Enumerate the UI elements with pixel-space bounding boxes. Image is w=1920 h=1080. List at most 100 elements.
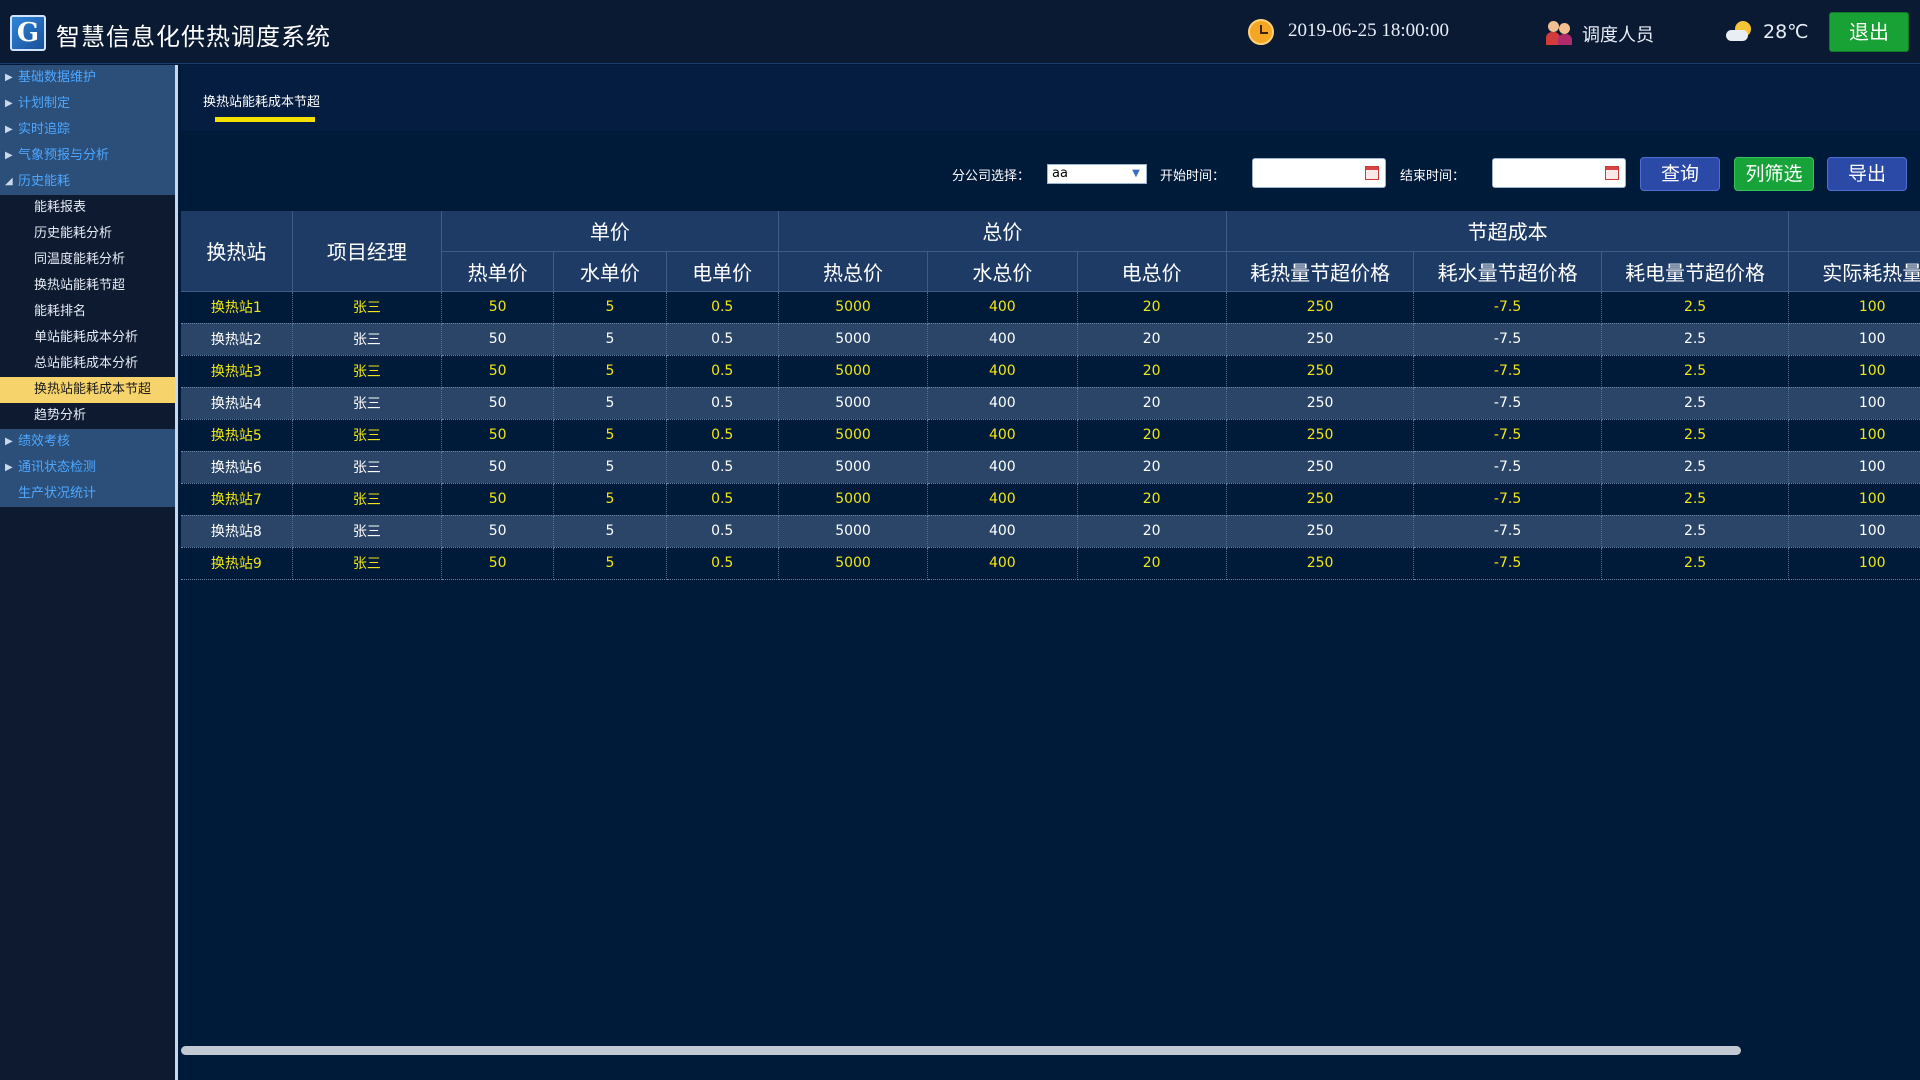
tab-station-cost-saving[interactable]: 换热站能耗成本节超 (203, 91, 320, 110)
table-row[interactable]: 换热站5张三5050.5500040020250-7.52.510080 (181, 419, 1920, 452)
table-cell: -7.5 (1413, 291, 1602, 324)
sidebar-item-label: 历史能耗分析 (34, 226, 113, 241)
table-cell: 5 (553, 355, 667, 388)
column-filter-button[interactable]: 列筛选 (1734, 157, 1814, 191)
clock-icon (1248, 19, 1274, 45)
column-header: 耗热量节超价格 (1226, 251, 1415, 292)
sidebar-item-9[interactable]: 能耗排名 (0, 299, 175, 325)
table-row[interactable]: 换热站4张三5050.5500040020250-7.52.510080 (181, 387, 1920, 420)
table-cell: 400 (927, 547, 1078, 580)
table-cell: 400 (927, 323, 1078, 356)
sidebar-item-label: 换热站能耗成本节超 (34, 382, 152, 397)
sidebar-item-label: 计划制定 (18, 96, 71, 111)
chevron-right-icon: ◢ (5, 176, 13, 187)
sidebar-item-10[interactable]: 单站能耗成本分析 (0, 325, 175, 351)
table-cell: 5000 (778, 547, 929, 580)
horizontal-scrollbar[interactable] (181, 1046, 1741, 1055)
column-header: 热单价 (441, 251, 555, 292)
calendar-icon[interactable] (1365, 166, 1379, 180)
sidebar-item-label: 趋势分析 (34, 408, 87, 423)
table-row[interactable]: 换热站1张三5050.5500040020250-7.52.510080 (181, 291, 1920, 324)
user-icon (1546, 20, 1574, 46)
table-cell: 400 (927, 483, 1078, 516)
sidebar-item-label: 同温度能耗分析 (34, 252, 126, 267)
table-row[interactable]: 换热站2张三5050.5500040020250-7.52.510080 (181, 323, 1920, 356)
sidebar-item-label: 换热站能耗节超 (34, 278, 126, 293)
table-cell: 250 (1226, 323, 1415, 356)
table-cell: 20 (1077, 547, 1227, 580)
chevron-right-icon: ▶ (5, 462, 13, 473)
start-time-input[interactable] (1252, 158, 1386, 188)
sidebar-item-5[interactable]: 能耗报表 (0, 195, 175, 221)
table-cell: 400 (927, 355, 1078, 388)
table-cell: 5 (553, 387, 667, 420)
table-cell: 换热站1 (181, 291, 293, 324)
sidebar-group-16[interactable]: 生产状况统计 (0, 481, 175, 507)
start-time-label: 开始时间： (1160, 169, 1226, 184)
company-select-value: aa (1052, 166, 1068, 181)
sidebar-item-12[interactable]: 换热站能耗成本节超 (0, 377, 175, 403)
sidebar-item-11[interactable]: 总站能耗成本分析 (0, 351, 175, 377)
table-cell: 100 (1788, 515, 1920, 548)
sidebar-item-label: 能耗报表 (34, 200, 87, 215)
sidebar-group-2[interactable]: ▶ 实时追踪 (0, 117, 175, 143)
column-group-header: 单价 (441, 211, 779, 252)
sidebar-group-1[interactable]: ▶ 计划制定 (0, 91, 175, 117)
logout-button[interactable]: 退出 (1829, 12, 1909, 52)
sidebar-group-4[interactable]: ◢ 历史能耗 (0, 169, 175, 195)
sidebar-group-14[interactable]: ▶ 绩效考核 (0, 429, 175, 455)
table-cell: 2.5 (1601, 419, 1790, 452)
current-datetime: 2019-06-25 18:00:00 (1288, 20, 1449, 41)
company-select-label: 分公司选择： (952, 169, 1031, 184)
sidebar-item-7[interactable]: 同温度能耗分析 (0, 247, 175, 273)
table-cell: 张三 (292, 323, 443, 356)
table-cell: -7.5 (1413, 419, 1602, 452)
table-cell: 100 (1788, 323, 1920, 356)
table-cell: 5000 (778, 515, 929, 548)
table-cell: 100 (1788, 483, 1920, 516)
table-cell: 0.5 (666, 515, 779, 548)
chevron-right-icon: ▶ (5, 98, 13, 109)
table-cell: 0.5 (666, 291, 779, 324)
table-cell: 换热站2 (181, 323, 293, 356)
table-row[interactable]: 换热站8张三5050.5500040020250-7.52.510080 (181, 515, 1920, 548)
column-group-header: 节超成本 (1226, 211, 1790, 252)
sidebar-group-0[interactable]: ▶ 基础数据维护 (0, 65, 175, 91)
sidebar-item-6[interactable]: 历史能耗分析 (0, 221, 175, 247)
table-cell: 20 (1077, 419, 1227, 452)
table-cell: 400 (927, 515, 1078, 548)
column-header: 换热站 (181, 211, 293, 292)
table-cell: 0.5 (666, 323, 779, 356)
export-button[interactable]: 导出 (1827, 157, 1907, 191)
chevron-right-icon: ▶ (5, 436, 13, 447)
table-cell: 5000 (778, 291, 929, 324)
cost-saving-table: 换热站项目经理单价总价节超成本能耗量热单价水单价电单价热总价水总价电总价耗热量节… (181, 211, 1920, 580)
sidebar-group-3[interactable]: ▶ 气象预报与分析 (0, 143, 175, 169)
sidebar-group-15[interactable]: ▶ 通讯状态检测 (0, 455, 175, 481)
table-cell: 5 (553, 547, 667, 580)
sidebar-item-13[interactable]: 趋势分析 (0, 403, 175, 429)
table-cell: 5000 (778, 483, 929, 516)
column-group-header: 能耗量 (1788, 211, 1920, 252)
table-cell: 换热站8 (181, 515, 293, 548)
sidebar-item-8[interactable]: 换热站能耗节超 (0, 273, 175, 299)
table-row[interactable]: 换热站9张三5050.5500040020250-7.52.510080 (181, 547, 1920, 580)
table-cell: 50 (441, 419, 555, 452)
calendar-icon[interactable] (1605, 166, 1619, 180)
table-cell: 20 (1077, 291, 1227, 324)
sidebar-menu: ▶ 基础数据维护 ▶ 计划制定 ▶ 实时追踪 ▶ 气象预报与分析 ◢ 历史能耗 能耗报表 历史能耗分析… (0, 65, 178, 1080)
table-cell: -7.5 (1413, 515, 1602, 548)
table-row[interactable]: 换热站7张三5050.5500040020250-7.52.510080 (181, 483, 1920, 516)
table-row[interactable]: 换热站6张三5050.5500040020250-7.52.510080 (181, 451, 1920, 484)
table-cell: 0.5 (666, 387, 779, 420)
query-button[interactable]: 查询 (1640, 157, 1720, 191)
company-select[interactable]: aa ▼ (1047, 164, 1147, 184)
table-cell: 张三 (292, 355, 443, 388)
table-cell: 400 (927, 291, 1078, 324)
table-row[interactable]: 换热站3张三5050.5500040020250-7.52.510080 (181, 355, 1920, 388)
table-cell: 20 (1077, 387, 1227, 420)
end-time-input[interactable] (1492, 158, 1626, 188)
table-cell: 换热站4 (181, 387, 293, 420)
chevron-right-icon: ▶ (5, 72, 13, 83)
table-cell: 张三 (292, 515, 443, 548)
